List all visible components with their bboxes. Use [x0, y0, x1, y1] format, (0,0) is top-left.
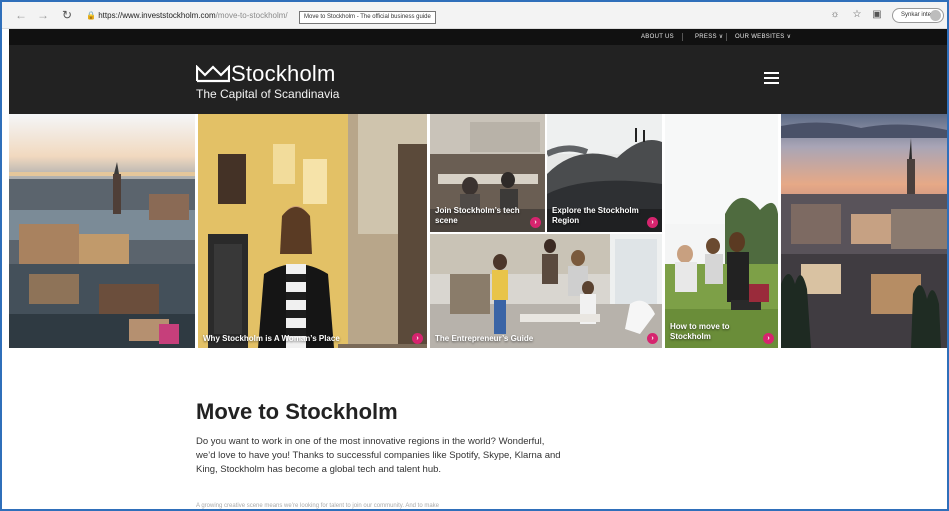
arrow-right-icon[interactable]: ›: [647, 217, 658, 228]
tile-explore-region[interactable]: Explore the Stockholm Region ›: [547, 114, 662, 232]
url-host: https://www.investstockholm.com: [98, 11, 216, 20]
press-menu[interactable]: PRESS ∨: [695, 29, 724, 45]
logo-tagline: The Capital of Scandinavia: [196, 87, 340, 101]
forward-icon[interactable]: →: [34, 6, 52, 24]
page-title-tooltip: Move to Stockholm - The official busines…: [299, 11, 436, 24]
city-panorama-right-image: [781, 114, 947, 348]
tile-entrepreneurs-guide[interactable]: The Entrepreneur’s Guide ›: [430, 234, 662, 348]
reload-icon[interactable]: ↻: [58, 6, 76, 24]
hero-grid: Why Stockholm is A Woman’s Place › Join …: [9, 114, 947, 350]
url-path: /move-to-stockholm/: [215, 11, 288, 20]
browser-toolbar: ← → ↻ 🔒 https://www.investstockholm.com/…: [2, 2, 947, 29]
intro-paragraph: Do you want to work in one of the most i…: [196, 436, 561, 475]
sync-label: Synkar inte: [901, 12, 932, 18]
next-paragraph: A growing creative scene means we’re loo…: [196, 503, 440, 509]
tile-caption: Explore the Stockholm Region: [552, 206, 639, 225]
tile-caption: Join Stockholm’s tech scene: [435, 206, 520, 225]
tile-caption: The Entrepreneur’s Guide: [435, 334, 534, 343]
site-header: Stockholm The Capital of Scandinavia: [9, 45, 947, 114]
profile-sync-button[interactable]: Synkar inte: [892, 8, 944, 23]
city-panorama-left-image: [9, 114, 195, 348]
favorite-star-icon[interactable]: ☆: [850, 8, 864, 22]
arrow-right-icon[interactable]: ›: [530, 217, 541, 228]
tile-how-to-move[interactable]: How to move to Stockholm ›: [665, 114, 778, 348]
tile-womans-place[interactable]: Why Stockholm is A Woman’s Place ›: [198, 114, 427, 348]
page-title: Move to Stockholm: [196, 399, 398, 424]
tile-caption: How to move to Stockholm: [670, 322, 730, 341]
utility-nav: ABOUT US PRESS ∨ OUR WEBSITES ∨: [9, 29, 947, 45]
read-aloud-icon[interactable]: ☼: [828, 8, 842, 22]
about-us-link[interactable]: ABOUT US: [641, 29, 674, 45]
arrow-right-icon[interactable]: ›: [647, 333, 658, 344]
tile-caption: Why Stockholm is A Woman’s Place: [203, 334, 340, 343]
tile-tech-scene[interactable]: Join Stockholm’s tech scene ›: [430, 114, 545, 232]
menu-icon[interactable]: [764, 72, 779, 84]
utility-divider: [682, 33, 683, 41]
collections-icon[interactable]: ▣: [870, 8, 884, 22]
back-icon[interactable]: ←: [12, 6, 30, 24]
utility-divider: [726, 33, 727, 41]
crown-logo-icon[interactable]: [196, 65, 230, 83]
our-websites-menu[interactable]: OUR WEBSITES ∨: [735, 29, 791, 45]
arrow-right-icon[interactable]: ›: [763, 333, 774, 344]
avatar: [930, 10, 941, 21]
lock-icon: 🔒: [86, 11, 96, 20]
browser-window: ← → ↻ 🔒 https://www.investstockholm.com/…: [0, 0, 949, 511]
arrow-right-icon[interactable]: ›: [412, 333, 423, 344]
logo-wordmark[interactable]: Stockholm: [231, 62, 336, 86]
